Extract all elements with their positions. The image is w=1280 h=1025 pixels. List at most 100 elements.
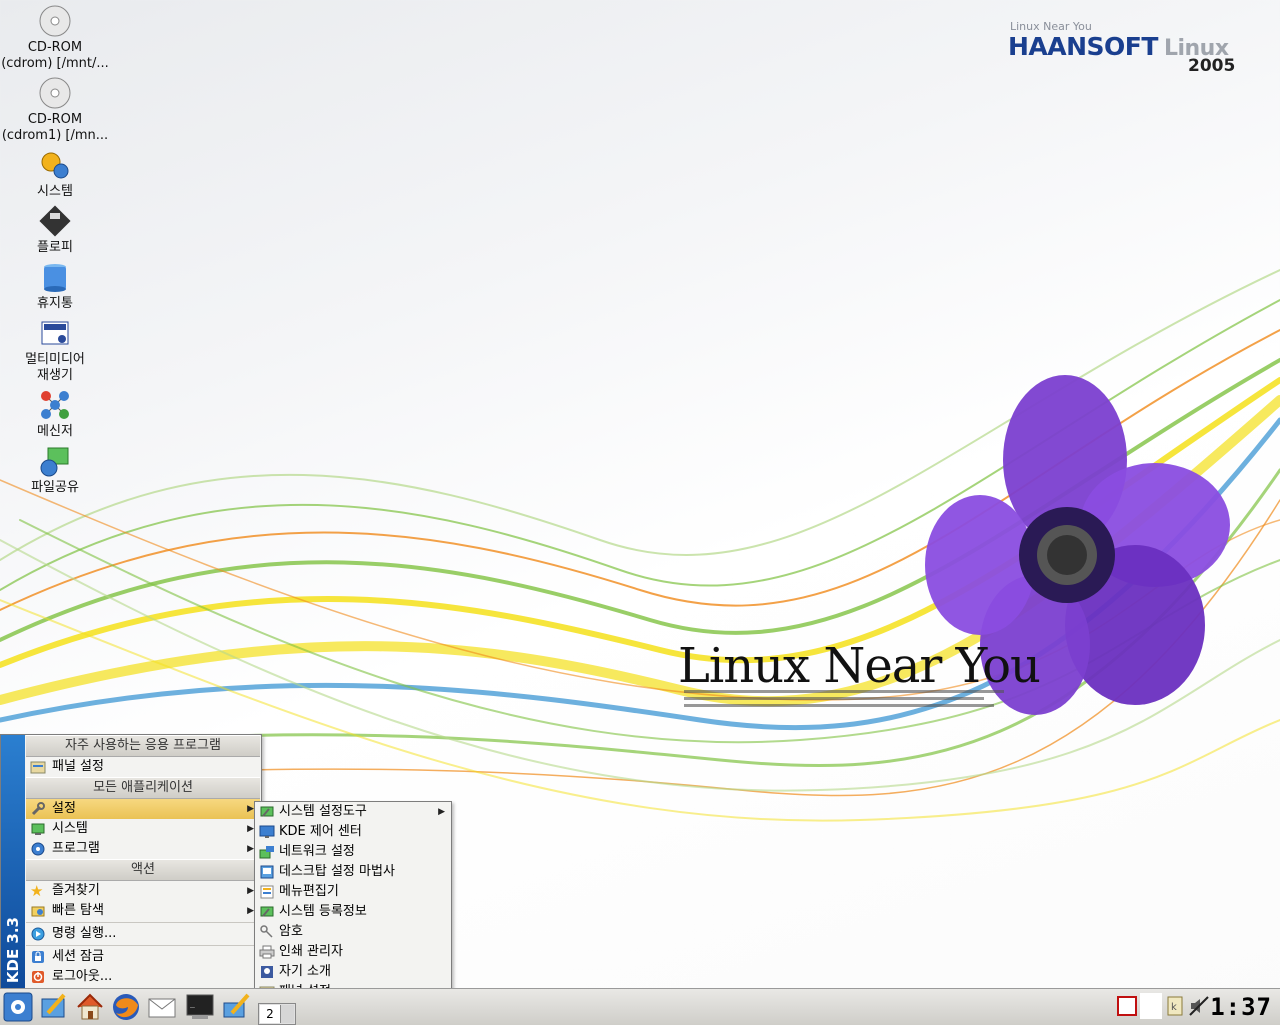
desktop-icon-system[interactable]: 시스템: [0, 148, 110, 200]
menu-item-label: 자기 소개: [279, 964, 331, 979]
lock-icon: [32, 951, 44, 963]
firefox-icon[interactable]: [110, 991, 142, 1023]
password-key-icon: [260, 925, 273, 938]
desktop-icon-trash[interactable]: 휴지통: [0, 260, 110, 312]
system-settings-icon: [260, 806, 274, 817]
messenger-icon: [41, 391, 69, 419]
desktop-icon-label: 메신저: [37, 424, 73, 439]
menu-item-label: 프로그램: [52, 841, 100, 856]
submenu-arrow-icon: ▶: [247, 844, 254, 854]
desktop-icon-cdrom1[interactable]: CD-ROM (cdrom1) [/mn...: [0, 76, 110, 144]
quick-browse-icon: [31, 906, 45, 917]
desktop-icon-label: 시스템: [37, 184, 73, 199]
star-icon: ★: [30, 882, 44, 900]
menu-item-run-command[interactable]: 명령 실행...: [26, 924, 260, 944]
wallpaper-tagline: Linux Near You: [678, 638, 1041, 694]
submenu-item-about-me[interactable]: 자기 소개: [255, 962, 451, 982]
home-icon[interactable]: [74, 991, 106, 1023]
settings-submenu: 시스템 설정도구 ▶ KDE 제어 센터 네트워크 설정 데스크탑 설정 마법사…: [254, 801, 452, 1004]
desktop-icon-file-share[interactable]: 파일공유: [0, 444, 110, 496]
pager-desktop-1[interactable]: 2: [260, 1005, 281, 1023]
system-icon: [31, 823, 45, 835]
menu-item-panel-settings[interactable]: 패널 설정: [26, 757, 260, 777]
desktop-icon-floppy[interactable]: 플로피: [0, 204, 110, 256]
trash-icon: [44, 264, 66, 292]
k-menu: KDE 3.3 자주 사용하는 응용 프로그램 패널 설정 모든 애플리케이션 …: [0, 734, 262, 990]
submenu-item-system-info[interactable]: 시스템 등록정보: [255, 902, 451, 922]
menu-item-system[interactable]: 시스템 ▶: [26, 819, 260, 839]
volume-muted-icon[interactable]: [1188, 995, 1210, 1017]
wrench-icon: [31, 802, 45, 816]
printer-icon: [259, 945, 275, 959]
menu-item-favorites[interactable]: ★ 즐겨찾기 ▶: [26, 881, 260, 901]
desktop-icon-label: (cdrom1) [/mn...: [1, 128, 109, 143]
desktop-icon-label: 플로피: [37, 240, 73, 255]
kmenu-icon[interactable]: [2, 991, 34, 1023]
clock[interactable]: 1:37: [1210, 993, 1272, 1021]
logo-brand: HAANSOFT: [1008, 32, 1158, 61]
submenu-arrow-icon: ▶: [247, 824, 254, 834]
settings-brush-icon[interactable]: [220, 991, 252, 1023]
menu-item-label: 메뉴편집기: [279, 884, 339, 899]
cdrom-icon: [39, 77, 71, 109]
desktop-icon-cdrom[interactable]: CD-ROM (cdrom) [/mnt/...: [0, 4, 110, 72]
submenu-item-desktop-wizard[interactable]: 데스크탑 설정 마법사: [255, 862, 451, 882]
mplayer-icon: [41, 321, 69, 345]
submenu-item-system-settings[interactable]: 시스템 설정도구 ▶: [255, 802, 451, 822]
desktop-icon-label: CD-ROM: [27, 112, 83, 127]
haansoft-logo: Linux Near You HAANSOFT Linux 2005: [1008, 18, 1268, 78]
section-header-frequent: 자주 사용하는 응용 프로그램: [26, 735, 260, 757]
desktop-icon-label: (cdrom) [/mnt/...: [1, 56, 109, 71]
desktop-icon-messenger[interactable]: 메신저: [0, 388, 110, 440]
menu-item-logout[interactable]: 로그아웃...: [26, 967, 260, 987]
menu-item-lock-session[interactable]: 세션 잠금: [26, 947, 260, 967]
desktop-icon-label: 멀티미디어: [25, 352, 85, 367]
submenu-arrow-icon: ▶: [438, 807, 445, 817]
menu-item-label: 로그아웃...: [52, 969, 113, 984]
menu-item-label: 시스템 설정도구: [279, 804, 367, 819]
submenu-item-menu-editor[interactable]: 메뉴편집기: [255, 882, 451, 902]
menu-item-label: 세션 잠금: [52, 949, 104, 964]
menu-item-label: 빠른 탐색: [52, 903, 104, 918]
submenu-arrow-icon: ▶: [247, 886, 254, 896]
menu-item-label: 암호: [279, 924, 303, 939]
terminal-icon[interactable]: _: [184, 991, 216, 1023]
tray-spacer: [1140, 993, 1162, 1019]
desktop-icon-label: CD-ROM: [27, 40, 83, 55]
menu-item-settings[interactable]: 설정 ▶: [26, 799, 260, 819]
menu-item-label: 네트워크 설정: [279, 844, 355, 859]
menu-item-label: 시스템: [52, 821, 88, 836]
menu-item-label: 시스템 등록정보: [279, 904, 367, 919]
menu-item-programs[interactable]: 프로그램 ▶: [26, 839, 260, 859]
kicker-panel: _ 2 k 1:37: [0, 988, 1280, 1025]
system-gears-icon: [41, 152, 69, 179]
desktop-icon-mplayer[interactable]: 멀티미디어 재생기: [0, 316, 110, 384]
kde-version-label: KDE 3.3: [4, 916, 22, 983]
submenu-item-control-center[interactable]: KDE 제어 센터: [255, 822, 451, 842]
floppy-icon: [39, 205, 71, 237]
mail-icon[interactable]: [146, 991, 178, 1023]
section-header-all-apps: 모든 애플리케이션: [26, 777, 260, 799]
menu-item-label: 즐겨찾기: [52, 883, 100, 898]
desktop-pager[interactable]: 2: [258, 1003, 296, 1025]
desktop-icon-label: 파일공유: [31, 480, 79, 495]
screen-capture-icon[interactable]: [1116, 995, 1138, 1017]
menu-editor-icon: [260, 885, 274, 899]
submenu-arrow-icon: ▶: [247, 804, 254, 814]
desktop-icon-label: 휴지통: [37, 296, 73, 311]
programs-gear-icon: [31, 842, 45, 856]
submenu-item-print-manager[interactable]: 인쇄 관리자: [255, 942, 451, 962]
menu-separator: [26, 945, 260, 946]
menu-item-quick-browse[interactable]: 빠른 탐색 ▶: [26, 901, 260, 921]
kmenu-sidebar: KDE 3.3: [1, 735, 25, 989]
editor-icon[interactable]: [38, 991, 70, 1023]
panel-settings-icon: [30, 761, 46, 774]
pager-desktop-2[interactable]: [281, 1005, 294, 1023]
menu-separator: [26, 922, 260, 923]
about-me-icon: [261, 966, 273, 978]
menu-item-label: KDE 제어 센터: [279, 824, 362, 839]
klipper-icon[interactable]: k: [1164, 995, 1186, 1017]
submenu-item-network[interactable]: 네트워크 설정: [255, 842, 451, 862]
system-info-icon: [260, 906, 274, 917]
submenu-item-password[interactable]: 암호: [255, 922, 451, 942]
